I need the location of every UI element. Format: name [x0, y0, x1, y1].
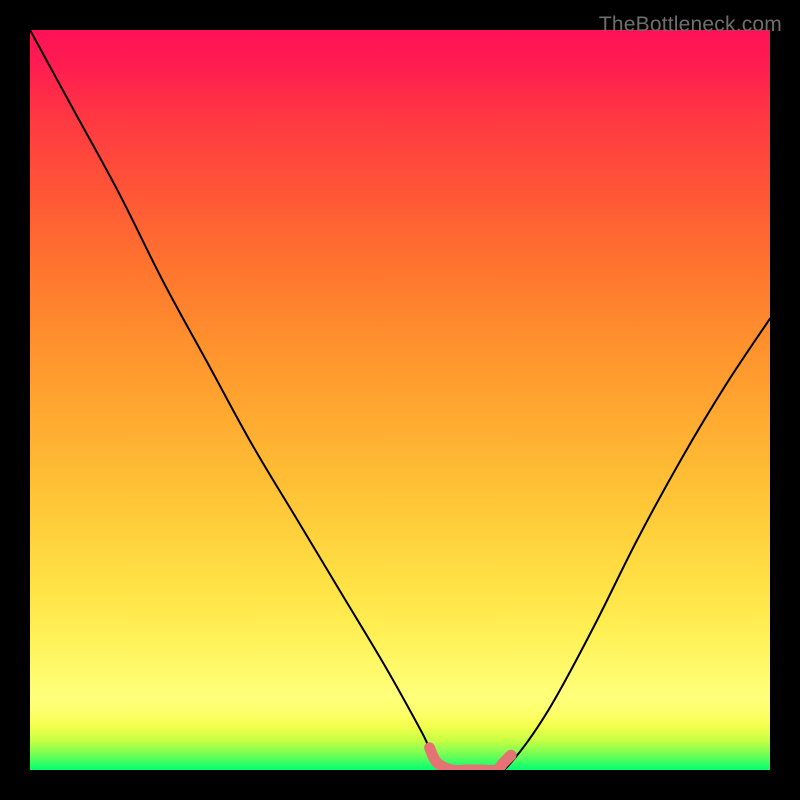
chart-frame: TheBottleneck.com	[8, 8, 792, 792]
bottleneck-curve-path	[30, 30, 770, 770]
watermark: TheBottleneck.com	[599, 13, 782, 37]
chart-svg	[30, 30, 770, 770]
optimal-plateau-path	[430, 748, 511, 770]
chart-plot-area	[30, 30, 770, 770]
